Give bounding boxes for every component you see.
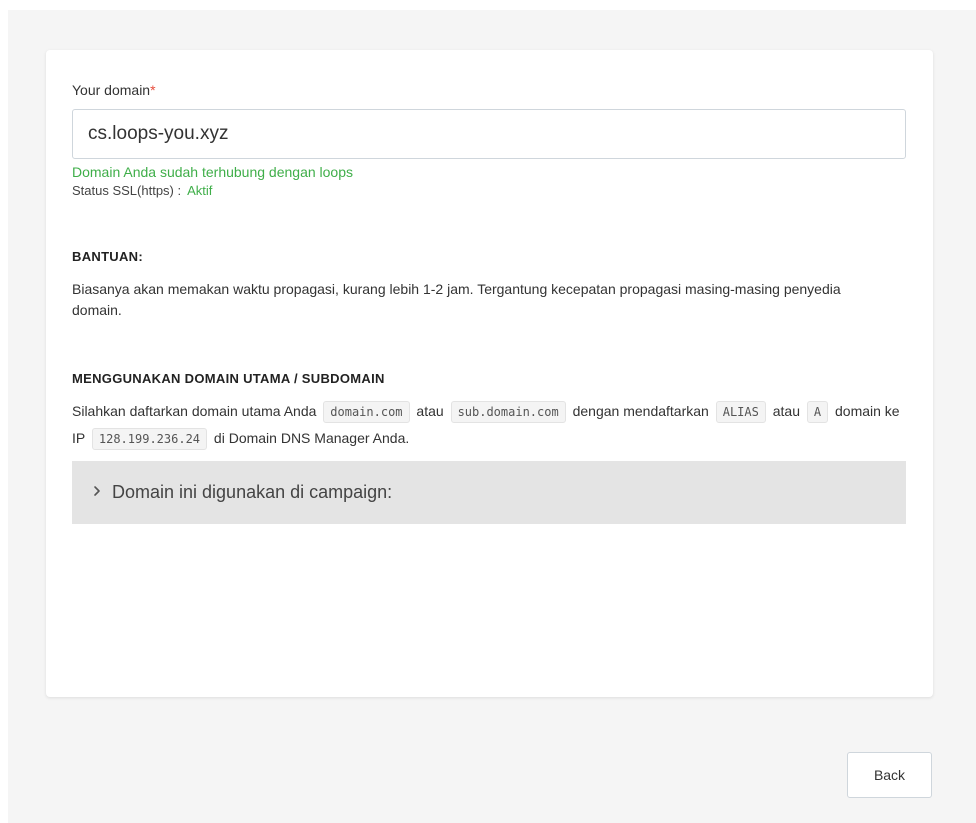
- instruction-text: dengan mendaftarkan: [572, 403, 709, 419]
- help-title: BANTUAN:: [72, 249, 143, 264]
- instruction-text: atau: [772, 403, 800, 419]
- ssl-status: Status SSL(https) : Aktif: [72, 181, 906, 201]
- accordion-label: Domain ini digunakan di campaign:: [112, 482, 393, 502]
- subdomain-title: MENGGUNAKAN DOMAIN UTAMA / SUBDOMAIN: [72, 371, 385, 386]
- instruction-text: Silahkan daftarkan domain utama Anda: [72, 403, 317, 419]
- code-a-record: A: [806, 401, 829, 423]
- domain-input[interactable]: [72, 109, 906, 159]
- chevron-right-icon: [92, 485, 108, 500]
- code-subdomain: sub.domain.com: [450, 401, 566, 423]
- domain-status-message: Domain Anda sudah terhubung dengan loops: [72, 164, 353, 180]
- domain-field-label: Your domain*: [72, 80, 906, 100]
- back-button[interactable]: Back: [847, 752, 932, 798]
- code-alias: ALIAS: [715, 401, 766, 423]
- required-mark: *: [150, 82, 156, 98]
- subdomain-instructions: Silahkan daftarkan domain utama Anda dom…: [72, 398, 906, 452]
- domain-label-text: Your domain: [72, 82, 151, 98]
- domain-form: Your domain* Domain Anda sudah terhubung…: [72, 80, 906, 524]
- code-ip-address: 128.199.236.24: [91, 428, 208, 450]
- code-domain: domain.com: [323, 401, 410, 423]
- help-text: Biasanya akan memakan waktu propagasi, k…: [72, 281, 841, 318]
- instruction-text: di Domain DNS Manager Anda.: [213, 430, 410, 446]
- campaign-accordion-toggle[interactable]: Domain ini digunakan di campaign:: [72, 461, 906, 524]
- instruction-text: atau: [416, 403, 444, 419]
- domain-card: Your domain* Domain Anda sudah terhubung…: [46, 50, 933, 697]
- ssl-status-label: Status SSL(https) :: [72, 183, 182, 198]
- ssl-status-value: Aktif: [187, 183, 213, 198]
